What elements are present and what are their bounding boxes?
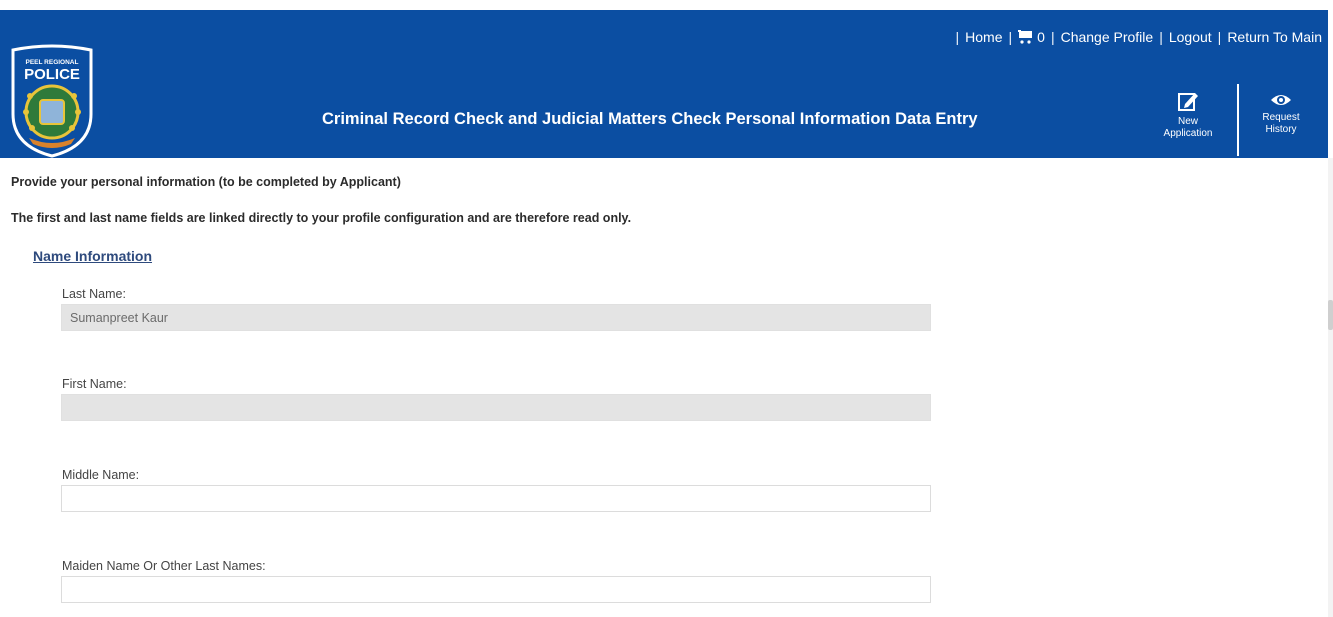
toolbar-divider — [1237, 84, 1239, 156]
first-name-field[interactable] — [61, 394, 931, 421]
return-to-main-link[interactable]: Return To Main — [1227, 29, 1322, 45]
last-name-label: Last Name: — [62, 287, 126, 301]
name-information-heading: Name Information — [33, 248, 153, 264]
maiden-name-field[interactable] — [61, 576, 931, 603]
request-history-label-2: History — [1265, 124, 1297, 135]
edit-document-icon — [1178, 93, 1198, 111]
eye-icon — [1271, 95, 1291, 105]
nav-separator: | — [1159, 29, 1163, 45]
scrollbar-thumb[interactable] — [1328, 300, 1333, 330]
intro-instruction: Provide your personal information (to be… — [11, 175, 401, 189]
nav-separator: | — [1217, 29, 1222, 45]
request-history-button[interactable]: Request History — [1248, 92, 1314, 136]
request-history-label-1: Request — [1262, 112, 1300, 123]
maiden-name-label: Maiden Name Or Other Last Names: — [62, 559, 266, 573]
logo-small-text: PEEL REGIONAL — [26, 59, 79, 66]
page-title: Criminal Record Check and Judicial Matte… — [322, 110, 978, 128]
cart-count: 0 — [1037, 29, 1045, 45]
logo-big-text: POLICE — [24, 66, 80, 83]
logout-link[interactable]: Logout — [1169, 29, 1212, 45]
app-header: PEEL REGIONAL POLICE | Home | 0 | Change… — [0, 10, 1328, 158]
top-nav: | Home | 0 | Change Profile | Logout | R… — [956, 27, 1323, 47]
cart-link[interactable]: 0 — [1018, 29, 1045, 45]
home-link[interactable]: Home — [965, 29, 1002, 45]
cart-icon — [1018, 30, 1033, 44]
middle-name-field[interactable] — [61, 485, 931, 512]
first-name-label: First Name: — [62, 377, 127, 391]
read-only-notice: The first and last name fields are linke… — [11, 211, 632, 225]
nav-separator: | — [1050, 29, 1055, 45]
nav-separator: | — [955, 29, 960, 45]
police-logo: PEEL REGIONAL POLICE — [11, 44, 93, 158]
new-application-label-1: New — [1177, 116, 1198, 127]
change-profile-link[interactable]: Change Profile — [1061, 29, 1154, 45]
page-scrollbar[interactable] — [1328, 158, 1333, 617]
last-name-field[interactable] — [61, 304, 931, 331]
middle-name-label: Middle Name: — [62, 468, 140, 482]
nav-separator: | — [1008, 29, 1013, 45]
new-application-label-2: Application — [1163, 128, 1213, 139]
new-application-button[interactable]: New Application — [1155, 90, 1221, 140]
